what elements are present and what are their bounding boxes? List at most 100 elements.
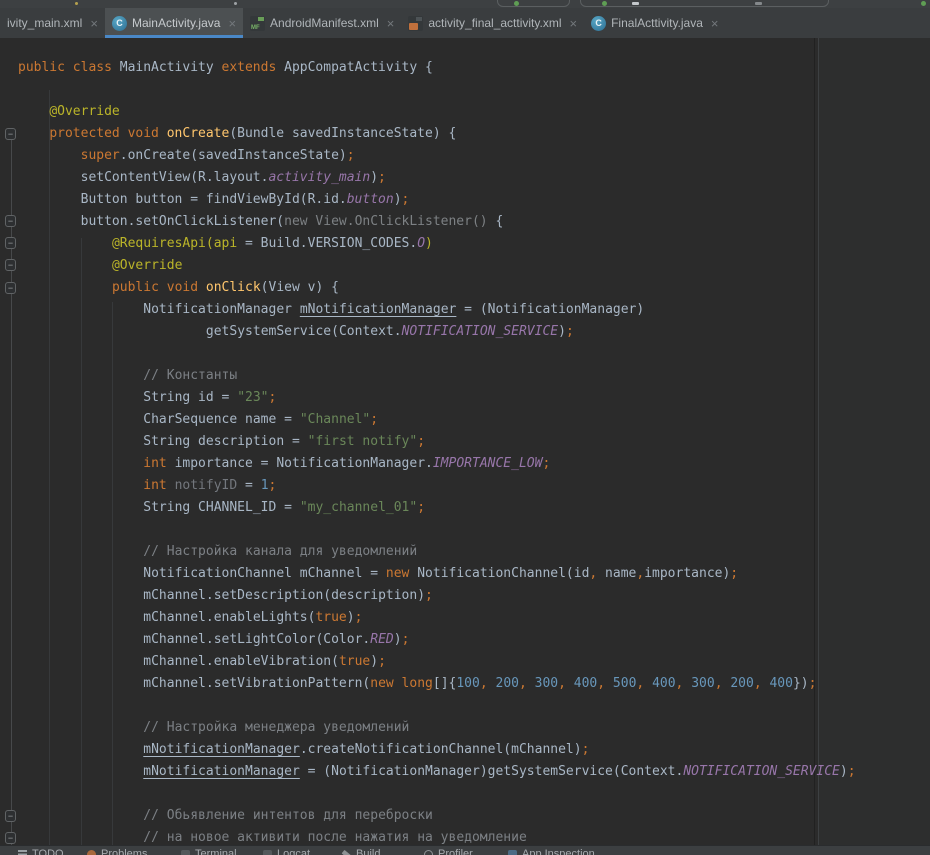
close-icon[interactable]: × (228, 17, 236, 30)
toolwindow-problems[interactable]: Problems (87, 848, 147, 855)
code-line[interactable]: super.onCreate(savedInstanceState); (81, 145, 355, 167)
code-line[interactable]: mNotificationManager = (NotificationMana… (143, 761, 855, 783)
code-line[interactable]: @Override (49, 101, 119, 123)
tab-ivity-main-xml[interactable]: ivity_main.xml× (0, 8, 105, 38)
code-token: ; (370, 412, 378, 427)
fold-toggle-icon[interactable]: − (5, 215, 16, 227)
code-line[interactable]: setContentView(R.layout.activity_main); (81, 167, 386, 189)
tab-mainactivity-java[interactable]: CMainActivity.java× (105, 8, 243, 38)
tab-androidmanifest-xml[interactable]: AndroidManifest.xml× (243, 8, 401, 38)
java-class-icon: C (591, 16, 606, 31)
code-line[interactable]: public class MainActivity extends AppCom… (18, 57, 433, 79)
code-token: // Настройка менеджера уведомлений (143, 720, 409, 735)
java-class-icon: C (112, 16, 127, 31)
code-token: , (519, 676, 535, 691)
code-token: ) (370, 170, 378, 185)
code-token: = Build.VERSION_CODES. (245, 236, 417, 251)
fold-toggle-icon[interactable]: − (5, 259, 16, 271)
code-line[interactable]: mChannel.enableLights(true); (143, 607, 362, 629)
close-icon[interactable]: × (570, 17, 578, 30)
debug-icon[interactable] (602, 1, 607, 6)
run-widget-outline[interactable] (580, 0, 829, 7)
code-line[interactable]: // Настройка канала для уведомлений (143, 541, 417, 563)
code-token: ) (425, 236, 433, 251)
code-token: mChannel.setLightColor(Color. (143, 632, 370, 647)
toolbar-button-icon[interactable] (632, 2, 639, 5)
code-line[interactable]: @RequiresApi(api = Build.VERSION_CODES.O… (112, 233, 433, 255)
code-token: name (597, 566, 636, 581)
code-line[interactable]: // Обьявление интентов для переброски (143, 805, 433, 827)
code-token: ) (394, 632, 402, 647)
tab-activity-final-acttivity-xml[interactable]: activity_final_acttivity.xml× (401, 8, 584, 38)
code-line[interactable]: public void onClick(View v) { (112, 277, 339, 299)
code-line[interactable]: String description = "first notify"; (143, 431, 425, 453)
fold-toggle-icon[interactable]: − (5, 128, 16, 140)
code-token: { (495, 214, 503, 229)
code-line[interactable]: int notifyID = 1; (143, 475, 276, 497)
code-line[interactable]: Button button = findViewById(R.id.button… (81, 189, 410, 211)
code-token: "23" (237, 390, 268, 405)
code-line[interactable]: CharSequence name = "Channel"; (143, 409, 378, 431)
logcat-icon (263, 850, 272, 855)
profiler-icon (424, 850, 433, 855)
code-token: String CHANNEL_ID = (143, 500, 300, 515)
code-line[interactable]: mNotificationManager.createNotificationC… (143, 739, 589, 761)
code-token: = (NotificationManager)getSystemService(… (300, 764, 684, 779)
run-icon[interactable] (514, 1, 519, 6)
sync-icon[interactable] (921, 1, 926, 6)
code-token: api (214, 236, 245, 251)
code-line[interactable]: @Override (112, 255, 182, 277)
code-line[interactable]: mChannel.setDescription(description); (143, 585, 433, 607)
code-line[interactable]: NotificationManager mNotificationManager… (143, 299, 644, 321)
code-token: Button button = findViewById(R.id. (81, 192, 347, 207)
code-token: ; (730, 566, 738, 581)
code-line[interactable]: getSystemService(Context.NOTIFICATION_SE… (206, 321, 574, 343)
code-token: notifyID (175, 478, 238, 493)
code-line[interactable]: String CHANNEL_ID = "my_channel_01"; (143, 497, 425, 519)
fold-toggle-icon[interactable]: − (5, 237, 16, 249)
toolwindow-terminal[interactable]: Terminal (181, 848, 237, 855)
toolwindow-profiler[interactable]: Profiler (424, 848, 473, 855)
code-line[interactable]: mChannel.setLightColor(Color.RED); (143, 629, 409, 651)
code-line[interactable]: NotificationChannel mChannel = new Notif… (143, 563, 738, 585)
code-line[interactable]: // Настройка менеджера уведомлений (143, 717, 409, 739)
close-icon[interactable]: × (711, 17, 719, 30)
fold-toggle-icon[interactable]: − (5, 832, 16, 844)
code-token: NOTIFICATION_SERVICE (402, 324, 559, 339)
code-token: ; (378, 654, 386, 669)
toolwindow-label: Logcat (277, 848, 310, 855)
code-line[interactable]: // на новое активити после нажатия на ув… (143, 827, 527, 845)
code-token: String description = (143, 434, 307, 449)
toolbar-button-icon[interactable] (755, 2, 762, 5)
android-studio-window: ivity_main.xml×CMainActivity.java×Androi… (0, 0, 930, 855)
code-token: activity_main (268, 170, 370, 185)
fold-toggle-icon[interactable]: − (5, 810, 16, 822)
toolwindow-app-inspection[interactable]: App Inspection (508, 848, 595, 855)
code-line[interactable]: mChannel.setVibrationPattern(new long[]{… (143, 673, 816, 695)
code-token: ; (347, 148, 355, 163)
indent-guide (112, 302, 113, 845)
code-line[interactable]: String id = "23"; (143, 387, 276, 409)
code-line[interactable]: int importance = NotificationManager.IMP… (143, 453, 550, 475)
code-line[interactable]: protected void onCreate(Bundle savedInst… (49, 123, 456, 145)
device-selector-outline[interactable] (497, 0, 570, 7)
code-line[interactable]: // Константы (143, 365, 237, 387)
tab-finalacttivity-java[interactable]: CFinalActtivity.java× (584, 8, 725, 38)
toolwindow-todo[interactable]: TODO (18, 848, 64, 855)
toolwindow-build[interactable]: Build (342, 848, 380, 855)
toolwindow-logcat[interactable]: Logcat (263, 848, 310, 855)
fold-toggle-icon[interactable]: − (5, 282, 16, 294)
code-line[interactable]: mChannel.enableVibration(true); (143, 651, 386, 673)
code-editor[interactable]: public class MainActivity extends AppCom… (0, 38, 930, 845)
right-margin-guide (818, 38, 819, 845)
close-icon[interactable]: × (387, 17, 395, 30)
close-icon[interactable]: × (90, 17, 98, 30)
code-line[interactable]: button.setOnClickListener(new View.OnCli… (81, 211, 504, 233)
code-token: true (339, 654, 370, 669)
code-token: onClick (206, 280, 261, 295)
code-token: RED (370, 632, 393, 647)
code-token: public void (112, 280, 206, 295)
code-token: .onCreate(savedInstanceState) (120, 148, 347, 163)
code-token: super (81, 148, 120, 163)
code-token: ; (848, 764, 856, 779)
